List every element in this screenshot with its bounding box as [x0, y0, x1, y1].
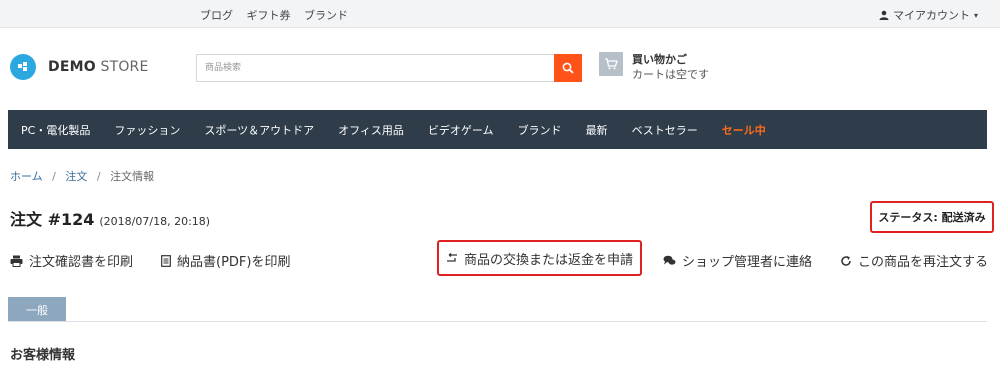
order-number: 注文 #124 [10, 210, 95, 229]
cart-text: 買い物かご カートは空です [632, 52, 709, 82]
page-title: 注文 #124 (2018/07/18, 20:18) [10, 206, 210, 230]
nav-item-fashion[interactable]: ファッション [114, 122, 180, 138]
logo-text-bold: DEMO [48, 59, 96, 75]
order-date: (2018/07/18, 20:18) [99, 215, 211, 228]
cart-status: カートは空です [632, 68, 709, 81]
search-input[interactable] [196, 54, 554, 82]
my-account-label: マイアカウント [892, 9, 970, 22]
cart-icon [599, 52, 623, 76]
my-account-menu[interactable]: マイアカウント ▾ [879, 7, 978, 23]
breadcrumb-separator: / [52, 170, 56, 183]
top-links: ブログ ギフト券 ブランド [200, 7, 358, 23]
top-link-blog[interactable]: ブログ [200, 9, 233, 22]
nav-item-sports-outdoor[interactable]: スポーツ＆アウトドア [204, 122, 314, 138]
breadcrumb-current: 注文情報 [110, 170, 155, 183]
print-confirmation-label: 注文確認書を印刷 [29, 255, 134, 270]
printer-icon [10, 255, 23, 267]
breadcrumb: ホーム / 注文 / 注文情報 [10, 168, 154, 184]
breadcrumb-home[interactable]: ホーム [10, 170, 43, 183]
tab-general[interactable]: 一般 [8, 297, 66, 322]
print-invoice-label: 納品書(PDF)を印刷 [177, 255, 291, 270]
print-confirmation-button[interactable]: 注文確認書を印刷 [10, 251, 133, 270]
breadcrumb-separator: / [96, 170, 101, 183]
document-icon [161, 254, 171, 267]
chat-icon [663, 255, 676, 265]
chevron-down-icon: ▾ [973, 10, 978, 20]
print-invoice-button[interactable]: 納品書(PDF)を印刷 [161, 251, 291, 270]
print-actions: 注文確認書を印刷 納品書(PDF)を印刷 [10, 251, 319, 270]
nav-item-sale[interactable]: セール中 [722, 122, 766, 138]
nav-item-pc-electronics[interactable]: PC・電化製品 [21, 122, 90, 138]
nav-item-newest[interactable]: 最新 [586, 122, 608, 138]
nav-item-office[interactable]: オフィス用品 [338, 122, 404, 138]
contact-admin-label: ショップ管理者に連絡 [682, 255, 813, 270]
logo-icon [10, 54, 36, 80]
user-icon [879, 10, 889, 20]
nav-item-video-games[interactable]: ビデオゲーム [428, 122, 494, 138]
logo-text: DEMO STORE [48, 59, 149, 75]
contact-admin-button[interactable]: ショップ管理者に連絡 [663, 251, 812, 270]
search-icon [562, 62, 574, 74]
breadcrumb-orders[interactable]: 注文 [65, 170, 87, 183]
nav-item-brands[interactable]: ブランド [518, 122, 562, 138]
site-header: DEMO STORE 買い物かご カートは空です [0, 28, 1000, 110]
top-bar: ブログ ギフト券 ブランド マイアカウント ▾ [0, 0, 1000, 28]
refresh-icon [841, 255, 851, 266]
search-button[interactable] [554, 54, 582, 82]
tab-divider [8, 321, 987, 322]
main-nav: PC・電化製品 ファッション スポーツ＆アウトドア オフィス用品 ビデオゲーム … [8, 110, 987, 149]
cart-title: 買い物かご [632, 53, 687, 66]
cart-widget[interactable]: 買い物かご カートは空です [599, 52, 709, 82]
search-bar [196, 54, 582, 82]
top-link-brands[interactable]: ブランド [304, 9, 348, 22]
reorder-button[interactable]: この商品を再注文する [840, 251, 988, 270]
nav-item-bestsellers[interactable]: ベストセラー [632, 122, 698, 138]
status-badge: ステータス: 配送済み [870, 201, 994, 233]
request-refund-label: 商品の交換または返金を申請 [463, 252, 633, 268]
request-refund-button[interactable]: 商品の交換または返金を申請 [437, 240, 642, 276]
top-link-gift-cards[interactable]: ギフト券 [247, 9, 291, 22]
return-icon [446, 253, 457, 262]
reorder-label: この商品を再注文する [858, 255, 989, 270]
logo-text-light: STORE [100, 59, 149, 75]
customer-info-heading: お客様情報 [10, 348, 76, 363]
store-logo[interactable]: DEMO STORE [10, 54, 149, 80]
